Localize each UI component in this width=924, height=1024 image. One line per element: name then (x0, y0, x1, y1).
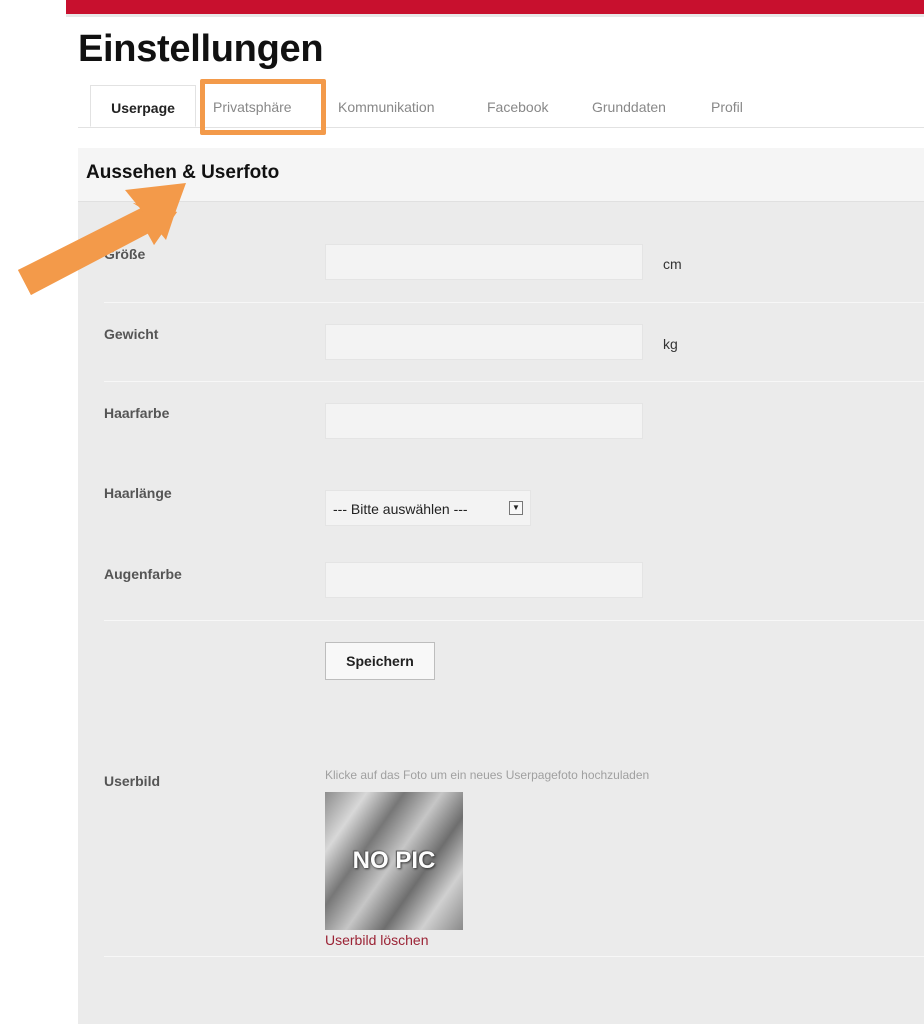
row-divider (104, 620, 924, 621)
haarlaenge-label: Haarlänge (104, 485, 172, 501)
haarfarbe-input[interactable] (325, 403, 643, 439)
userbild-delete-link[interactable]: Userbild löschen (325, 932, 429, 948)
haarlaenge-select[interactable]: --- Bitte auswählen --- ▼ (325, 490, 531, 526)
userbild-label: Userbild (104, 773, 161, 789)
tab-grunddaten[interactable]: Grunddaten (592, 85, 666, 127)
no-pic-placeholder-text: NO PIC (352, 847, 436, 874)
augenfarbe-label: Augenfarbe (104, 566, 182, 582)
groesse-label: Größe (104, 246, 146, 262)
gewicht-label: Gewicht (104, 326, 159, 342)
brand-top-bar-shadow (66, 14, 924, 17)
groesse-unit: cm (663, 256, 682, 272)
row-divider (104, 956, 924, 957)
page-title: Einstellungen (78, 28, 324, 70)
haarlaenge-selected-value: --- Bitte auswählen --- (333, 501, 468, 517)
gewicht-unit: kg (663, 336, 678, 352)
tab-userpage[interactable]: Userpage (90, 85, 196, 127)
section-header: Aussehen & Userfoto (78, 148, 924, 202)
section-title: Aussehen & Userfoto (86, 162, 280, 183)
tab-profil[interactable]: Profil (711, 85, 743, 127)
row-divider (104, 381, 924, 382)
tab-facebook[interactable]: Facebook (487, 85, 548, 127)
haarfarbe-label: Haarfarbe (104, 405, 170, 421)
groesse-input[interactable] (325, 244, 643, 280)
augenfarbe-input[interactable] (325, 562, 643, 598)
userbild-upload-hint: Klicke auf das Foto um ein neues Userpag… (325, 768, 650, 782)
chevron-down-icon[interactable]: ▼ (509, 501, 523, 515)
brand-top-bar (66, 0, 924, 14)
userbild-photo[interactable]: NO PIC (325, 792, 463, 930)
save-button[interactable]: Speichern (325, 642, 435, 680)
row-divider (104, 302, 924, 303)
gewicht-input[interactable] (325, 324, 643, 360)
tab-highlight-annotation (200, 79, 326, 135)
tab-kommunikation[interactable]: Kommunikation (338, 85, 435, 127)
